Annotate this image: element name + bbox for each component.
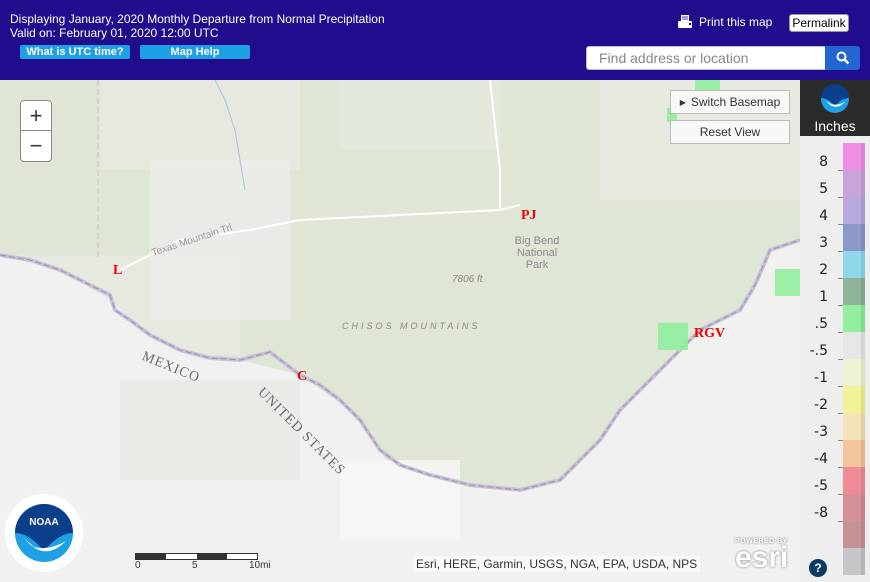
reset-view-button[interactable]: Reset View (670, 120, 790, 144)
legend-item (800, 521, 870, 548)
zoom-control: + − (20, 100, 52, 162)
map-title: Displaying January, 2020 Monthly Departu… (10, 12, 385, 40)
scale-tick: 5 (192, 560, 198, 571)
map-patch (100, 80, 300, 170)
scale-bar-graphic (135, 553, 258, 560)
legend-swatch (843, 197, 865, 224)
legend-item: -5 (800, 467, 870, 495)
scale-bar: 0 5 10mi (135, 553, 271, 572)
legend-swatch (843, 359, 865, 386)
legend-item: -8 (800, 494, 870, 522)
legend-unit: Inches (814, 118, 856, 134)
legend-label: -4 (814, 451, 828, 467)
legend-header: Inches (800, 80, 870, 136)
map-attribution: Esri, HERE, Garmin, USGS, NGA, EPA, USDA… (413, 556, 701, 572)
legend-item: 5 (800, 170, 870, 198)
legend-item: 4 (800, 197, 870, 225)
precip-legend: Inches 8 5 4 3 2 1 .5 -.5 -1 -2 -3 -4 -5 -8 ? (800, 80, 870, 582)
legend-item: -1 (800, 359, 870, 387)
esri-logo: POWERED BY esri (735, 538, 789, 574)
map-help-button[interactable]: Map Help (140, 45, 250, 59)
legend-swatch (843, 521, 865, 548)
utc-time-button[interactable]: What is UTC time? (20, 45, 130, 59)
legend-label: 5 (819, 181, 828, 197)
scale-tick: 10mi (249, 560, 271, 571)
legend-item: -4 (800, 440, 870, 468)
legend-item: 2 (800, 251, 870, 279)
legend-swatch (843, 143, 865, 170)
park-label-line: National (516, 247, 558, 259)
noaa-seal-text: NOAA (29, 517, 58, 528)
legend-swatch (843, 224, 865, 251)
precip-cell-green (658, 323, 688, 350)
legend-label: 3 (819, 235, 828, 251)
legend-item: .5 (800, 305, 870, 333)
legend-label: -.5 (809, 343, 828, 359)
station-pj[interactable]: PJ (521, 208, 537, 224)
zoom-out-button[interactable]: − (21, 131, 51, 161)
legend-label: -5 (814, 478, 828, 494)
title-line: Displaying January, 2020 Monthly Departu… (10, 12, 385, 26)
map-canvas[interactable]: PJ L C RGV Big Bend National Park 7806 f… (0, 80, 800, 582)
print-map-button[interactable]: Print this map (677, 14, 772, 30)
legend-label: 4 (819, 208, 828, 224)
legend-item: 1 (800, 278, 870, 306)
legend-swatch (843, 332, 865, 359)
legend-swatch (843, 170, 865, 197)
legend-swatch (843, 467, 865, 494)
station-c[interactable]: C (297, 369, 307, 385)
station-l[interactable]: L (113, 263, 122, 279)
legend-label: -2 (814, 397, 828, 413)
esri-wordmark: esri (735, 541, 789, 574)
legend-help-icon[interactable]: ? (809, 559, 827, 577)
legend-label: -1 (814, 370, 828, 386)
legend-swatch (843, 494, 865, 521)
legend-label: -3 (814, 424, 828, 440)
valid-date: Valid on: February 01, 2020 12:00 UTC (10, 26, 219, 40)
legend-item: -3 (800, 413, 870, 441)
legend-swatch (843, 386, 865, 413)
search-button[interactable] (825, 46, 860, 70)
precip-cell-green (775, 269, 800, 296)
legend-swatch (843, 278, 865, 305)
legend-item: -.5 (800, 332, 870, 360)
map-patch (340, 460, 460, 540)
legend-label: 8 (819, 154, 828, 170)
legend-swatch (843, 413, 865, 440)
park-label: Big Bend National Park (512, 235, 562, 271)
station-rgv[interactable]: RGV (694, 326, 725, 342)
legend-swatch (843, 440, 865, 467)
park-label-line: Big Bend (514, 235, 560, 247)
elevation-label: 7806 ft (452, 274, 483, 285)
print-label: Print this map (699, 15, 773, 29)
header-bar: Displaying January, 2020 Monthly Departu… (0, 0, 870, 80)
noaa-logo-icon (821, 84, 849, 113)
scale-bar-labels: 0 5 10mi (135, 560, 271, 572)
printer-icon (678, 15, 692, 28)
switch-basemap-label: Switch Basemap (690, 95, 781, 109)
precip-cell-green (695, 80, 720, 90)
zoom-in-button[interactable]: + (21, 101, 51, 131)
legend-label: -8 (814, 505, 828, 521)
map-patch (340, 80, 500, 150)
legend-swatch (843, 251, 865, 278)
legend-label: 1 (819, 289, 828, 305)
switch-basemap-button[interactable]: ▶ Switch Basemap (670, 90, 790, 114)
scale-tick: 0 (135, 560, 141, 571)
legend-item: 3 (800, 224, 870, 252)
legend-swatch (843, 305, 865, 332)
mountain-range-label: CHISOS MOUNTAINS (342, 321, 481, 331)
search-icon (836, 51, 849, 65)
legend-label: .5 (814, 316, 828, 332)
search-input[interactable] (586, 46, 826, 70)
legend-label: 2 (819, 262, 828, 278)
park-label-line: Park (525, 259, 549, 271)
permalink-button[interactable]: Permalink (789, 14, 849, 32)
legend-item: 8 (800, 143, 870, 171)
triangle-right-icon: ▶ (679, 97, 686, 107)
basemap (0, 80, 800, 582)
legend-swatch (843, 548, 865, 575)
legend-item: -2 (800, 386, 870, 414)
noaa-seal-icon: NOAA (5, 494, 83, 572)
